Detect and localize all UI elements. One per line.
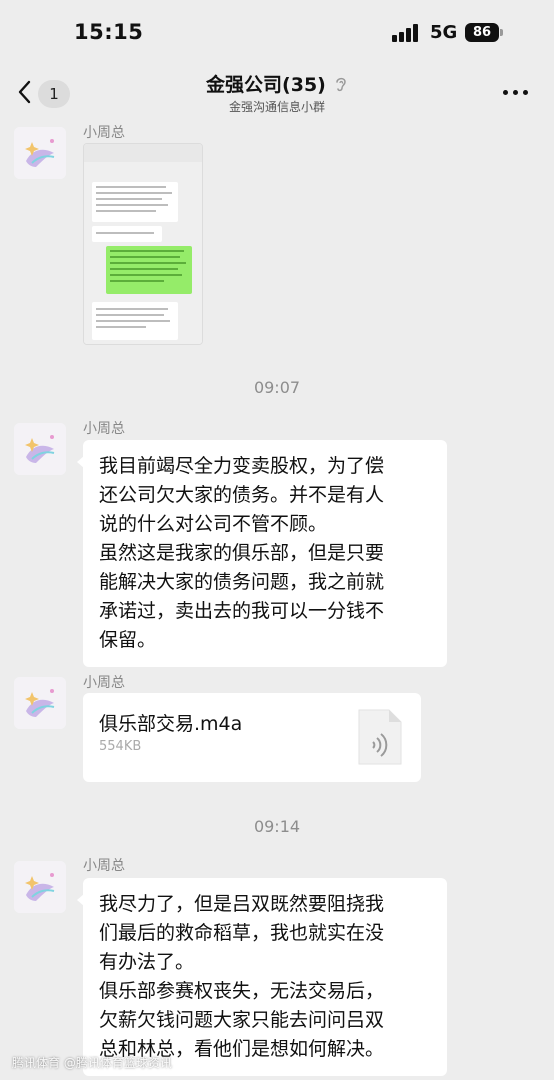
avatar[interactable] [14, 423, 66, 475]
sender-name: 小周总 [83, 125, 125, 141]
audio-file-icon [357, 708, 403, 766]
time-divider: 09:14 [253, 817, 301, 836]
battery-tip [500, 29, 503, 36]
text-message-bubble[interactable]: 我目前竭尽全力变卖股权，为了偿 还公司欠大家的债务。并不是有人 说的什么对公司不… [77, 440, 447, 667]
status-time: 15:15 [74, 20, 144, 44]
text-message-bubble[interactable]: 我尽力了，但是吕双既然要阻挠我 们最后的救命稻草，我也就实在没 有办法了。 俱乐… [77, 878, 447, 1076]
message-line: 虽然这是我家的俱乐部，但是只要 [99, 542, 385, 564]
signal-icon [392, 24, 422, 42]
message-line: 有办法了。 [99, 951, 195, 973]
message-line: 保留。 [99, 629, 157, 651]
battery-icon: 86 [465, 23, 499, 42]
message-line: 欠薪欠钱问题大家只能去问问吕双 [99, 1009, 385, 1031]
chat-title: 金强公司(35) [206, 74, 326, 96]
file-name: 俱乐部交易.m4a [99, 713, 243, 735]
message-line: 能解决大家的债务问题，我之前就 [99, 571, 385, 593]
avatar[interactable] [14, 861, 66, 913]
message-line: 我目前竭尽全力变卖股权，为了偿 [99, 455, 385, 477]
message-line: 们最后的救命稻草，我也就实在没 [99, 922, 385, 944]
sender-name: 小周总 [83, 858, 125, 874]
more-icon[interactable] [503, 90, 529, 98]
message-line: 俱乐部参赛权丧失，无法交易后， [99, 980, 385, 1002]
file-message-card[interactable]: 俱乐部交易.m4a 554KB [83, 693, 421, 782]
avatar[interactable] [14, 677, 66, 729]
file-size: 554KB [99, 739, 142, 754]
network-label: 5G [430, 22, 458, 43]
chat-header: 1 金强公司(35) 金强沟通信息小群 [0, 64, 554, 124]
status-bar: 15:15 5G 86 [0, 0, 554, 64]
message-line: 我尽力了，但是吕双既然要阻挠我 [99, 893, 385, 915]
screenshot-image-message[interactable] [83, 143, 203, 345]
watermark: 腾讯体育 @腾讯体育篮球资讯 [12, 1056, 172, 1070]
message-line: 说的什么对公司不管不顾。 [99, 513, 328, 535]
sender-name: 小周总 [83, 675, 125, 691]
sender-name: 小周总 [83, 421, 125, 437]
chat-subtitle: 金强沟通信息小群 [228, 100, 325, 114]
chat-title-row: 金强公司(35) [0, 70, 554, 97]
time-divider: 09:07 [253, 378, 301, 397]
message-line: 还公司欠大家的债务。并不是有人 [99, 484, 385, 506]
message-line: 承诺过，卖出去的我可以一分钱不 [99, 600, 385, 622]
ear-icon [334, 75, 348, 93]
avatar[interactable] [14, 127, 66, 179]
